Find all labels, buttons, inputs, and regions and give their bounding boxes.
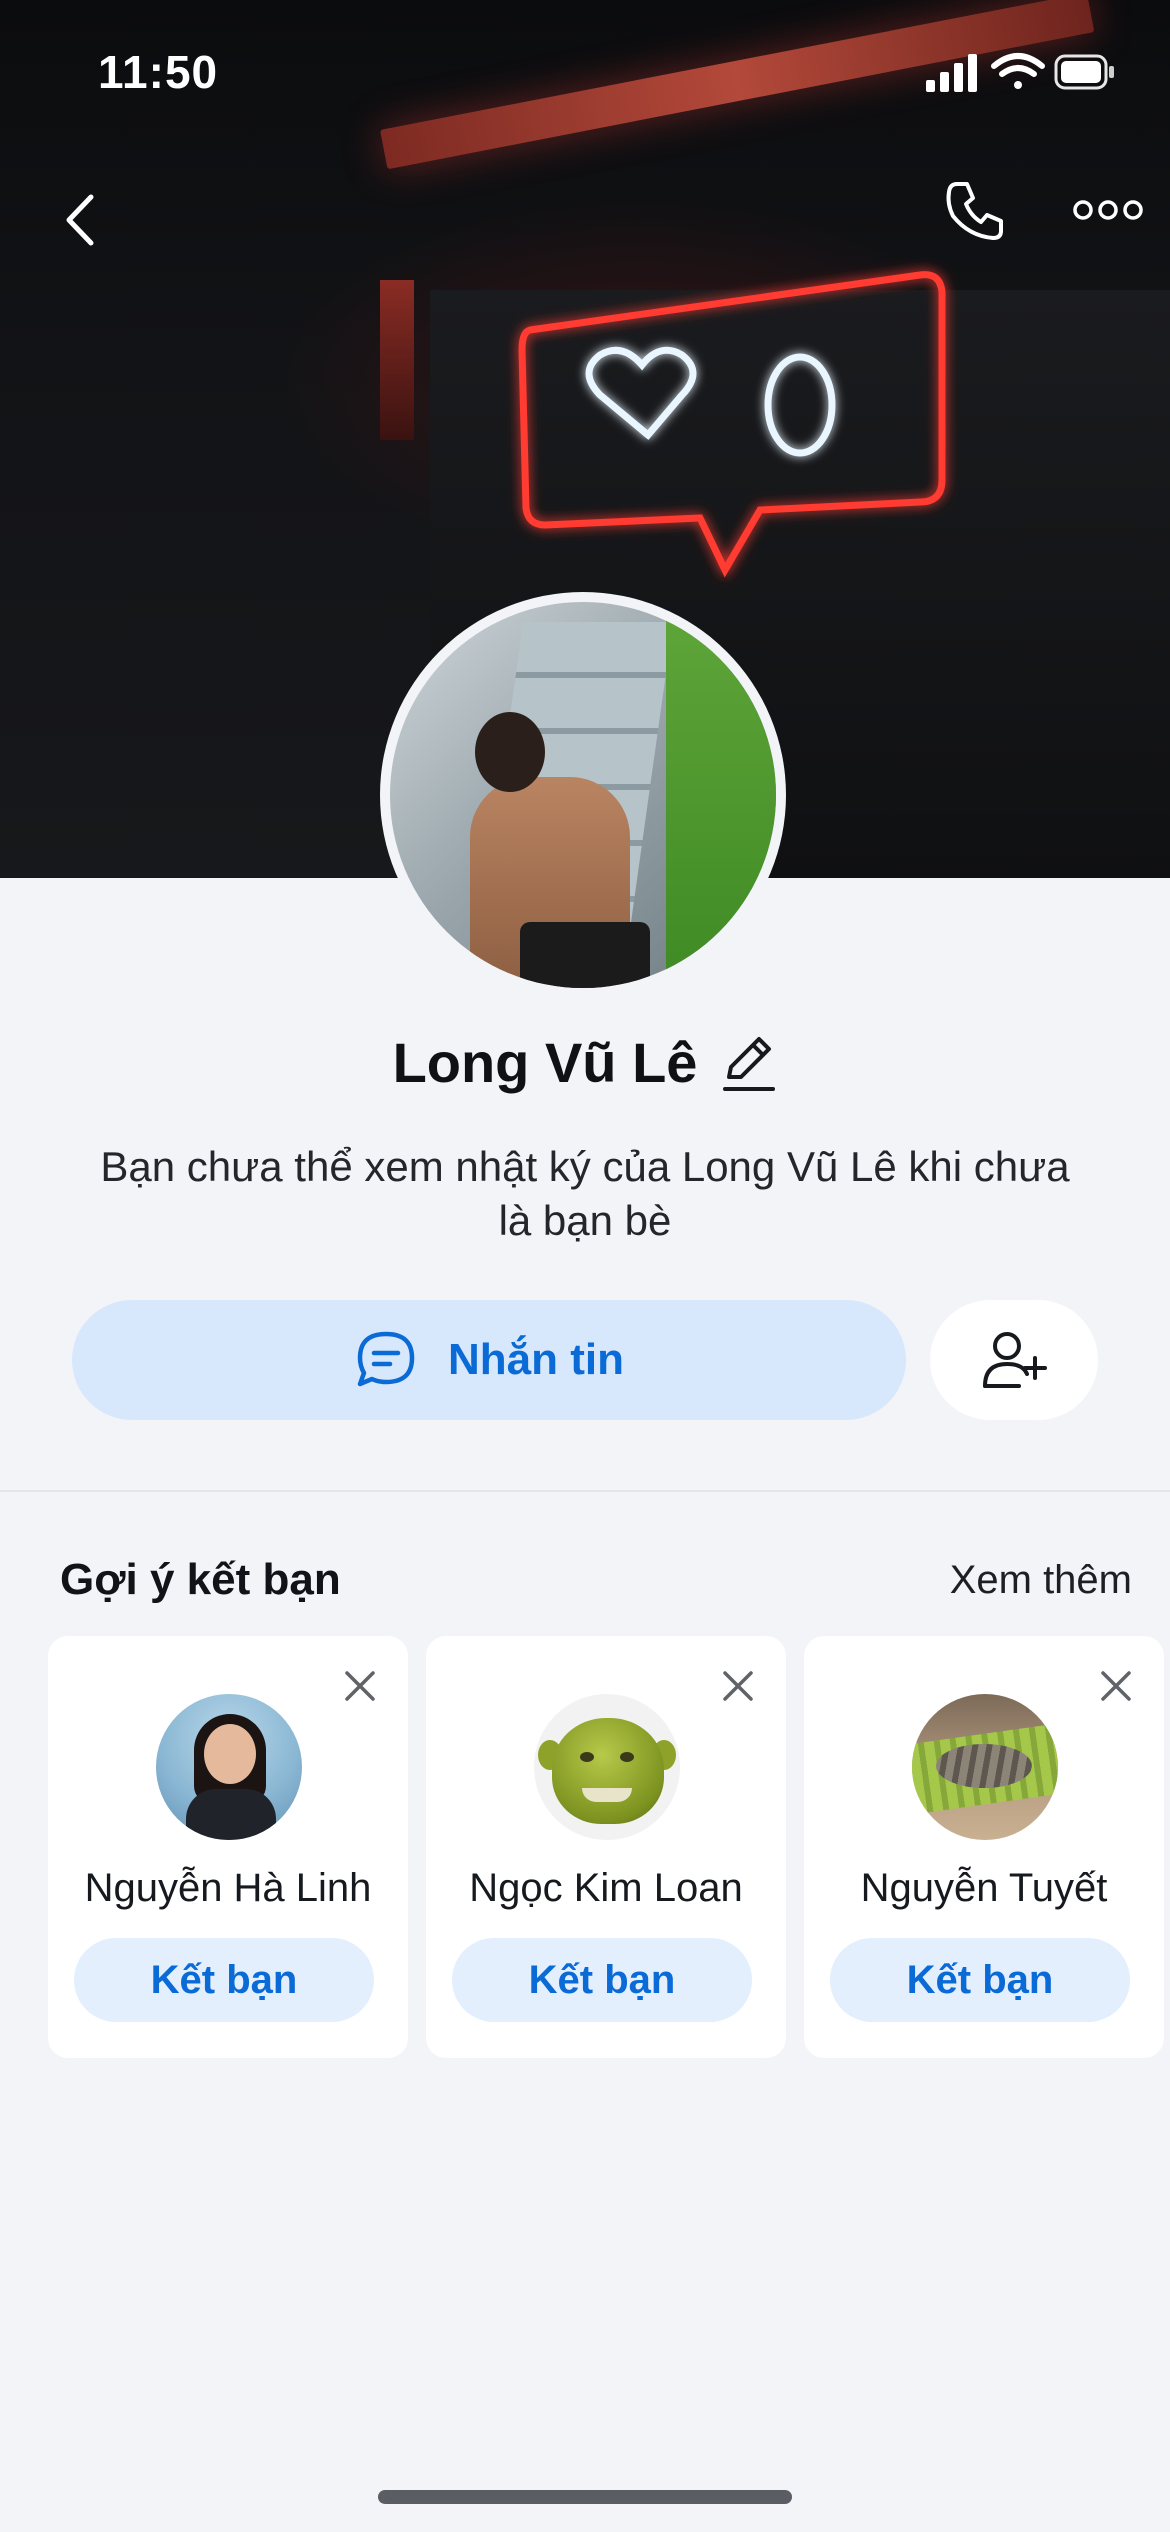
profile-screen: 11:50 Long Vũ Lê Bạn chưa thể xem nhật k… (0, 0, 1170, 2532)
phone-icon (946, 182, 1003, 240)
section-divider (0, 1490, 1170, 1492)
avatar[interactable] (912, 1694, 1058, 1840)
dismiss-suggestion-button[interactable] (338, 1664, 382, 1708)
dismiss-suggestion-button[interactable] (716, 1664, 760, 1708)
status-time: 11:50 (98, 46, 219, 98)
suggestion-name: Ngọc Kim Loan (469, 1866, 743, 1910)
chat-bubble-icon (354, 1328, 418, 1392)
close-icon (723, 1671, 753, 1701)
profile-description: Bạn chưa thể xem nhật ký của Long Vũ Lê … (100, 1143, 1070, 1244)
call-button[interactable] (930, 165, 1020, 255)
avatar[interactable] (156, 1694, 302, 1840)
more-horizontal-icon (1073, 200, 1143, 220)
profile-avatar-image (390, 602, 776, 988)
message-button[interactable]: Nhắn tin (72, 1300, 906, 1420)
wifi-icon (991, 53, 1045, 89)
suggestion-card[interactable]: Ngọc Kim Loan Kết bạn (426, 1636, 786, 2058)
chevron-left-icon (66, 194, 94, 246)
status-bar: 11:50 (0, 0, 1170, 140)
see-more-link[interactable]: Xem thêm (950, 1558, 1132, 1603)
suggestion-name: Nguyễn Tuyết (860, 1866, 1108, 1910)
profile-name: Long Vũ Lê (392, 1031, 698, 1094)
suggestion-card[interactable]: Nguyễn Hà Linh Kết bạn (48, 1636, 408, 2058)
close-icon (345, 1671, 375, 1701)
suggestion-card[interactable]: Nguyễn Tuyết Kết bạn (804, 1636, 1164, 2058)
add-user-icon (983, 1332, 1047, 1388)
message-button-label: Nhắn tin (448, 1335, 624, 1384)
home-indicator[interactable] (378, 2490, 792, 2504)
cover-beam-post (380, 280, 414, 440)
pencil-icon (723, 1036, 776, 1091)
edit-name-button[interactable] (721, 1033, 777, 1093)
friend-suggestions-header: Gợi ý kết bạn Xem thêm (60, 1555, 1132, 1605)
profile-name-row: Long Vũ Lê (0, 1030, 1170, 1095)
more-button[interactable] (1060, 175, 1156, 245)
back-button[interactable] (40, 180, 120, 260)
dismiss-suggestion-button[interactable] (1094, 1664, 1138, 1708)
neon-like-sign (518, 271, 946, 578)
close-icon (1101, 1671, 1131, 1701)
add-friend-suggestion-button[interactable]: Kết bạn (452, 1938, 752, 2022)
suggestion-cards: Nguyễn Hà Linh Kết bạn Ngọc Kim Loan Kết… (48, 1636, 1170, 2058)
cellular-signal-icon (926, 54, 977, 92)
profile-avatar[interactable] (380, 592, 786, 998)
add-friend-suggestion-button[interactable]: Kết bạn (830, 1938, 1130, 2022)
suggestion-name: Nguyễn Hà Linh (84, 1866, 372, 1910)
battery-icon (1054, 54, 1114, 90)
add-friend-button[interactable] (930, 1300, 1098, 1420)
add-friend-suggestion-button[interactable]: Kết bạn (74, 1938, 374, 2022)
friend-suggestions-title: Gợi ý kết bạn (60, 1555, 341, 1604)
avatar[interactable] (534, 1694, 680, 1840)
status-icons (926, 52, 1116, 97)
